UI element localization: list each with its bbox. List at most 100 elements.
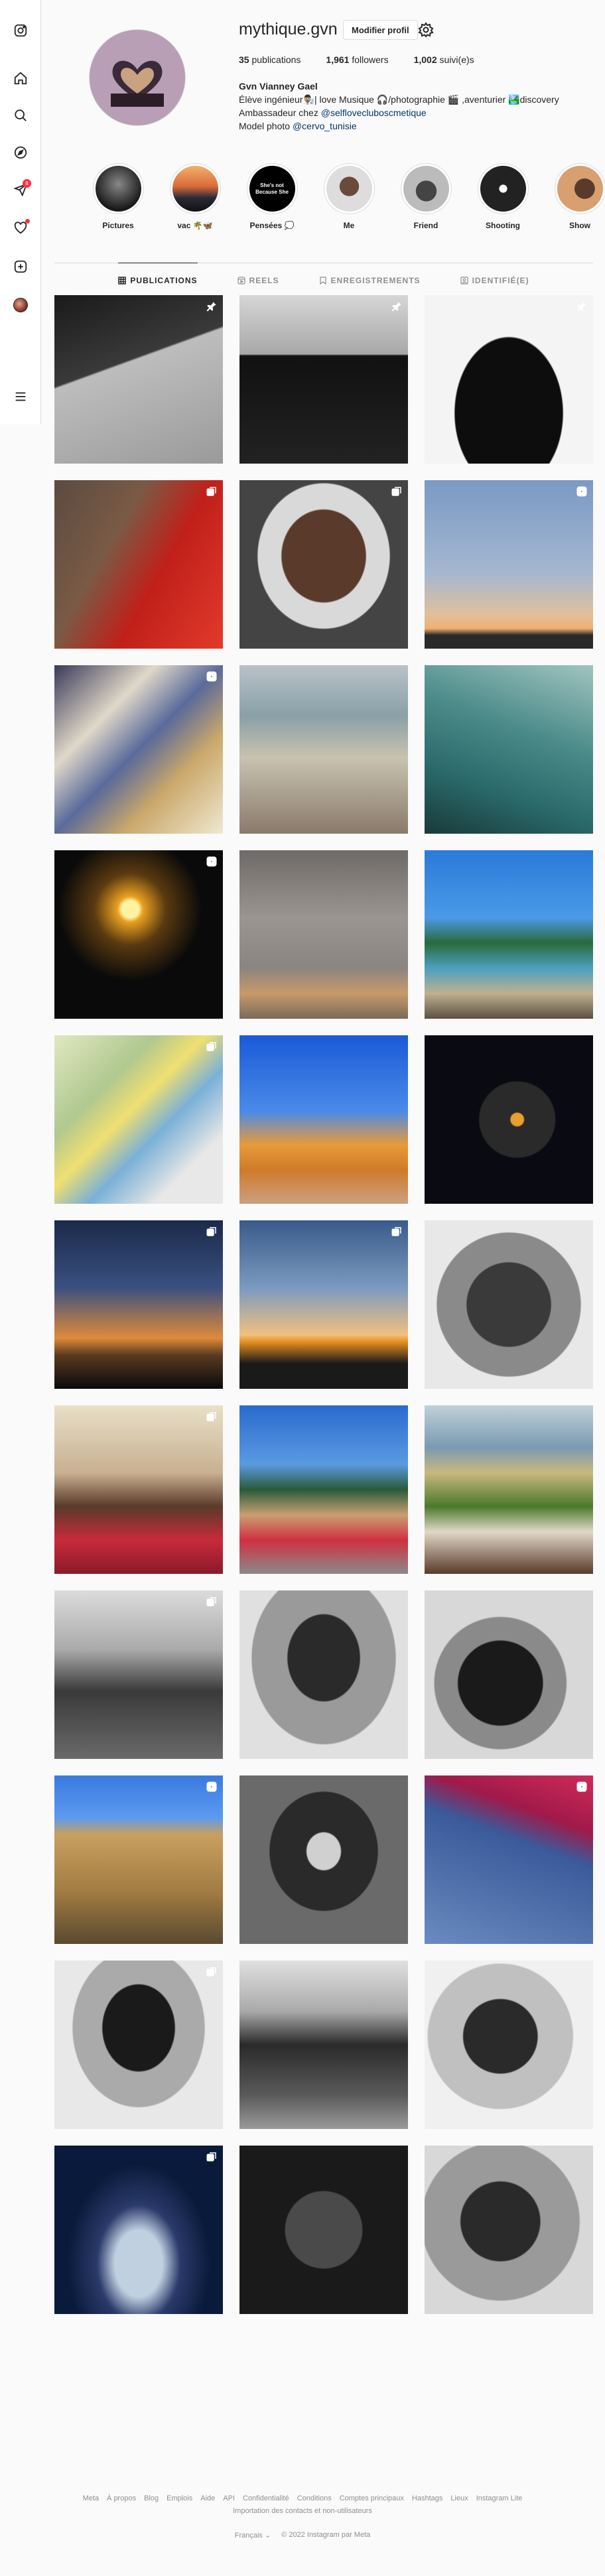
messenger-icon[interactable]: 8 — [13, 179, 31, 198]
highlight-item[interactable]: She's not Because She Pensées 💭 — [234, 163, 310, 230]
tab-reels[interactable]: REELS — [237, 263, 279, 297]
post-thumbnail[interactable] — [54, 1035, 223, 1204]
gear-icon[interactable] — [418, 22, 434, 38]
footer-link[interactable]: Hashtags — [412, 2494, 442, 2504]
post-thumbnail[interactable] — [425, 1961, 593, 2129]
post-thumbnail[interactable] — [239, 1961, 408, 2129]
carousel-icon — [206, 2152, 216, 2161]
footer: Meta À propos Blog Emplois Aide API Conf… — [0, 2494, 605, 2540]
post-thumbnail[interactable] — [239, 665, 408, 834]
post-thumbnail[interactable] — [425, 850, 593, 1019]
post-thumbnail[interactable] — [425, 2146, 593, 2314]
footer-link[interactable]: Confidentialité — [243, 2494, 289, 2504]
footer-link[interactable]: Emplois — [167, 2494, 192, 2504]
post-thumbnail[interactable] — [239, 1775, 408, 1944]
notification-dot — [25, 219, 30, 224]
footer-link[interactable]: Importation des contacts et non-utilisat… — [233, 2506, 372, 2516]
profile-picture[interactable] — [89, 29, 186, 126]
profile-nav-avatar[interactable] — [13, 297, 29, 313]
post-thumbnail[interactable] — [54, 2146, 223, 2314]
profile-main: mythique.gvn Modifier profil 35 publicat… — [54, 0, 605, 2314]
following-stat[interactable]: 1,002 suivi(e)s — [414, 54, 474, 65]
post-thumbnail[interactable] — [239, 1405, 408, 1574]
post-thumbnail[interactable] — [425, 1035, 593, 1204]
highlight-item[interactable]: Friend — [387, 163, 464, 230]
post-thumbnail[interactable] — [239, 1220, 408, 1389]
post-thumbnail[interactable] — [54, 1405, 223, 1574]
highlight-label: Me — [343, 221, 355, 230]
post-thumbnail[interactable] — [425, 665, 593, 834]
edit-profile-button[interactable]: Modifier profil — [343, 20, 418, 40]
footer-link[interactable]: Lieux — [450, 2494, 468, 2504]
posts-count: 35 — [239, 54, 249, 65]
highlight-item[interactable]: Show — [541, 163, 605, 230]
highlight-item[interactable]: Me — [310, 163, 387, 230]
carousel-icon — [206, 1042, 216, 1051]
footer-link[interactable]: À propos — [107, 2494, 136, 2504]
footer-bottom: Français ⌄ © 2022 Instagram par Meta — [0, 2531, 605, 2540]
carousel-icon — [206, 1597, 216, 1606]
post-thumbnail[interactable] — [239, 1035, 408, 1204]
highlight-item[interactable]: Shooting — [464, 163, 541, 230]
search-icon[interactable] — [13, 107, 29, 123]
story-highlights: Pictures vac 🌴🦋 She's not Because She Pe… — [80, 163, 605, 230]
post-thumbnail[interactable] — [425, 1775, 593, 1944]
tab-tagged[interactable]: IDENTIFIÉ(E) — [460, 263, 529, 297]
footer-link[interactable]: Meta — [83, 2494, 99, 2504]
language-select[interactable]: Français ⌄ — [235, 2531, 271, 2540]
footer-link[interactable]: Blog — [144, 2494, 159, 2504]
post-thumbnail[interactable] — [239, 1590, 408, 1759]
bio-line: Model photo @cervo_tunisie — [239, 119, 559, 133]
footer-link[interactable]: API — [223, 2494, 235, 2504]
post-thumbnail[interactable] — [239, 295, 408, 464]
bio-mention-link[interactable]: @cervo_tunisie — [293, 121, 357, 131]
post-thumbnail[interactable] — [54, 480, 223, 649]
post-thumbnail[interactable] — [54, 1590, 223, 1759]
post-thumbnail[interactable] — [54, 1775, 223, 1944]
footer-link[interactable]: Instagram Lite — [476, 2494, 523, 2504]
highlight-label: Shooting — [486, 221, 520, 230]
post-thumbnail[interactable] — [54, 665, 223, 834]
heart-icon[interactable] — [13, 219, 30, 236]
reel-icon — [206, 856, 217, 867]
tab-saved[interactable]: ENREGISTREMENTS — [319, 263, 421, 297]
bio-mention-link[interactable]: @selflovecluboscmetique — [321, 107, 427, 118]
home-icon[interactable] — [13, 70, 29, 86]
instagram-icon[interactable] — [13, 23, 29, 38]
pin-icon — [206, 302, 216, 312]
followers-count: 1,961 — [326, 54, 350, 65]
post-thumbnail[interactable] — [425, 1590, 593, 1759]
post-thumbnail[interactable] — [425, 1405, 593, 1574]
footer-link[interactable]: Comptes principaux — [340, 2494, 404, 2504]
tab-label: PUBLICATIONS — [130, 275, 198, 285]
post-thumbnail[interactable] — [239, 2146, 408, 2314]
post-thumbnail[interactable] — [54, 295, 223, 464]
tab-publications[interactable]: PUBLICATIONS — [118, 263, 198, 297]
post-thumbnail[interactable] — [54, 1220, 223, 1389]
left-nav: 8 — [0, 0, 41, 424]
post-thumbnail[interactable] — [425, 480, 593, 649]
highlight-thumbnail — [172, 166, 218, 212]
highlight-thumbnail: She's not Because She — [249, 166, 295, 212]
post-thumbnail[interactable] — [54, 850, 223, 1019]
post-thumbnail[interactable] — [239, 850, 408, 1019]
explore-icon[interactable] — [13, 145, 29, 161]
footer-link[interactable]: Aide — [200, 2494, 215, 2504]
following-label: suivi(e)s — [439, 54, 474, 65]
profile-stats: 35 publications 1,961 followers 1,002 su… — [239, 54, 474, 65]
reels-icon — [237, 276, 245, 285]
highlight-item[interactable]: Pictures — [80, 163, 157, 230]
post-thumbnail[interactable] — [54, 1961, 223, 2129]
menu-icon[interactable] — [13, 389, 29, 405]
highlight-item[interactable]: vac 🌴🦋 — [157, 163, 234, 230]
language-label: Français — [234, 2532, 263, 2540]
tab-label: REELS — [249, 275, 279, 285]
followers-stat[interactable]: 1,961 followers — [326, 54, 388, 65]
create-icon[interactable] — [13, 259, 29, 275]
highlight-label: Pictures — [102, 221, 134, 230]
post-thumbnail[interactable] — [425, 295, 593, 464]
post-thumbnail[interactable] — [239, 480, 408, 649]
footer-link[interactable]: Conditions — [297, 2494, 332, 2504]
chevron-down-icon: ⌄ — [264, 2532, 271, 2540]
post-thumbnail[interactable] — [425, 1220, 593, 1389]
